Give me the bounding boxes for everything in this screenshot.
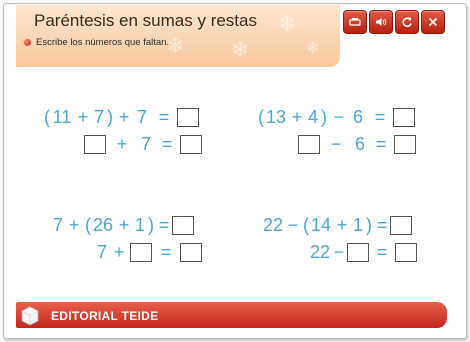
equals-sign: =: [376, 215, 388, 235]
equals-sign: =: [376, 242, 388, 262]
exercise-3-line-2: 7 + =: [96, 242, 202, 263]
equals-sign: =: [158, 107, 170, 127]
equals-sign: =: [158, 215, 170, 235]
close-paren: ): [321, 107, 327, 127]
exercise-1-line-2: + 7 =: [84, 134, 202, 155]
instruction-text: Escribe los números que faltan.: [36, 37, 170, 48]
bullet-icon: [24, 39, 31, 46]
operand: 26: [92, 215, 114, 235]
exercise-4-line-1: 22 − ( 14 + 1 ) =: [262, 215, 412, 236]
reload-icon: [402, 17, 412, 28]
close-paren: ): [107, 107, 113, 127]
minus-sign: −: [333, 107, 345, 127]
snowflake-decoration-icon: ❄: [231, 37, 250, 62]
speaker-icon: [376, 18, 387, 26]
open-paren: (: [303, 215, 309, 235]
minus-sign: −: [333, 242, 345, 262]
operand: 4: [307, 107, 318, 127]
open-paren: (: [258, 107, 264, 127]
operand: 1: [352, 215, 363, 235]
answer-box[interactable]: [130, 243, 152, 262]
exercise-3-line-1: 7 + ( 26 + 1 ) =: [52, 215, 194, 236]
open-paren: (: [44, 107, 50, 127]
exercise-2-line-2: − 6 =: [298, 134, 416, 155]
operand: 7: [140, 134, 151, 154]
audio-button[interactable]: [369, 10, 393, 34]
plus-sign: +: [77, 107, 89, 127]
operand: 7: [136, 107, 147, 127]
operand: 7: [52, 215, 63, 235]
printer-icon: [349, 18, 361, 26]
brand-label: EDITORIAL TEIDE: [51, 309, 159, 323]
close-paren: ): [148, 215, 154, 235]
equals-sign: =: [374, 107, 386, 127]
close-icon: [428, 17, 438, 27]
plus-sign: +: [116, 134, 128, 154]
answer-box[interactable]: [395, 243, 417, 262]
exercise-4-line-2: 22 − =: [309, 242, 417, 263]
plus-sign: +: [118, 215, 130, 235]
answer-box[interactable]: [177, 108, 199, 127]
plus-sign: +: [68, 215, 80, 235]
close-paren: ): [366, 215, 372, 235]
print-button[interactable]: [343, 10, 367, 34]
equals-sign: =: [160, 242, 172, 262]
answer-box[interactable]: [180, 135, 202, 154]
operand: 7: [93, 107, 104, 127]
answer-box[interactable]: [347, 243, 369, 262]
answer-box[interactable]: [180, 243, 202, 262]
instruction: Escribe los números que faltan.: [24, 37, 169, 48]
equals-sign: =: [161, 134, 173, 154]
answer-box[interactable]: [84, 135, 106, 154]
minus-sign: −: [330, 134, 342, 154]
operand: 7: [96, 242, 107, 262]
open-paren: (: [85, 215, 91, 235]
answer-box[interactable]: [394, 135, 416, 154]
operand: 14: [310, 215, 332, 235]
reload-button[interactable]: [395, 10, 419, 34]
operand: 13: [265, 107, 287, 127]
exercise-2-line-1: ( 13 + 4 ) − 6 =: [257, 107, 415, 128]
operand: 1: [134, 215, 145, 235]
cube-logo-icon: [21, 306, 39, 326]
snowflake-decoration-icon: ❄: [306, 40, 320, 57]
plus-sign: +: [118, 107, 130, 127]
answer-box[interactable]: [390, 216, 412, 235]
plus-sign: +: [336, 215, 348, 235]
operand: 22: [309, 242, 331, 262]
close-button[interactable]: [421, 10, 445, 34]
answer-box[interactable]: [393, 108, 415, 127]
answer-box[interactable]: [298, 135, 320, 154]
operand: 6: [354, 134, 365, 154]
equals-sign: =: [375, 134, 387, 154]
plus-sign: +: [113, 242, 125, 262]
minus-sign: −: [287, 215, 299, 235]
plus-sign: +: [291, 107, 303, 127]
answer-box[interactable]: [172, 216, 194, 235]
operand: 6: [352, 107, 363, 127]
exercise-1-line-1: ( 11 + 7 ) + 7 =: [43, 107, 199, 128]
page-title: Paréntesis en sumas y restas: [34, 11, 257, 30]
operand: 11: [52, 107, 72, 127]
operand: 22: [262, 215, 284, 235]
snowflake-decoration-icon: ❄: [278, 11, 297, 36]
